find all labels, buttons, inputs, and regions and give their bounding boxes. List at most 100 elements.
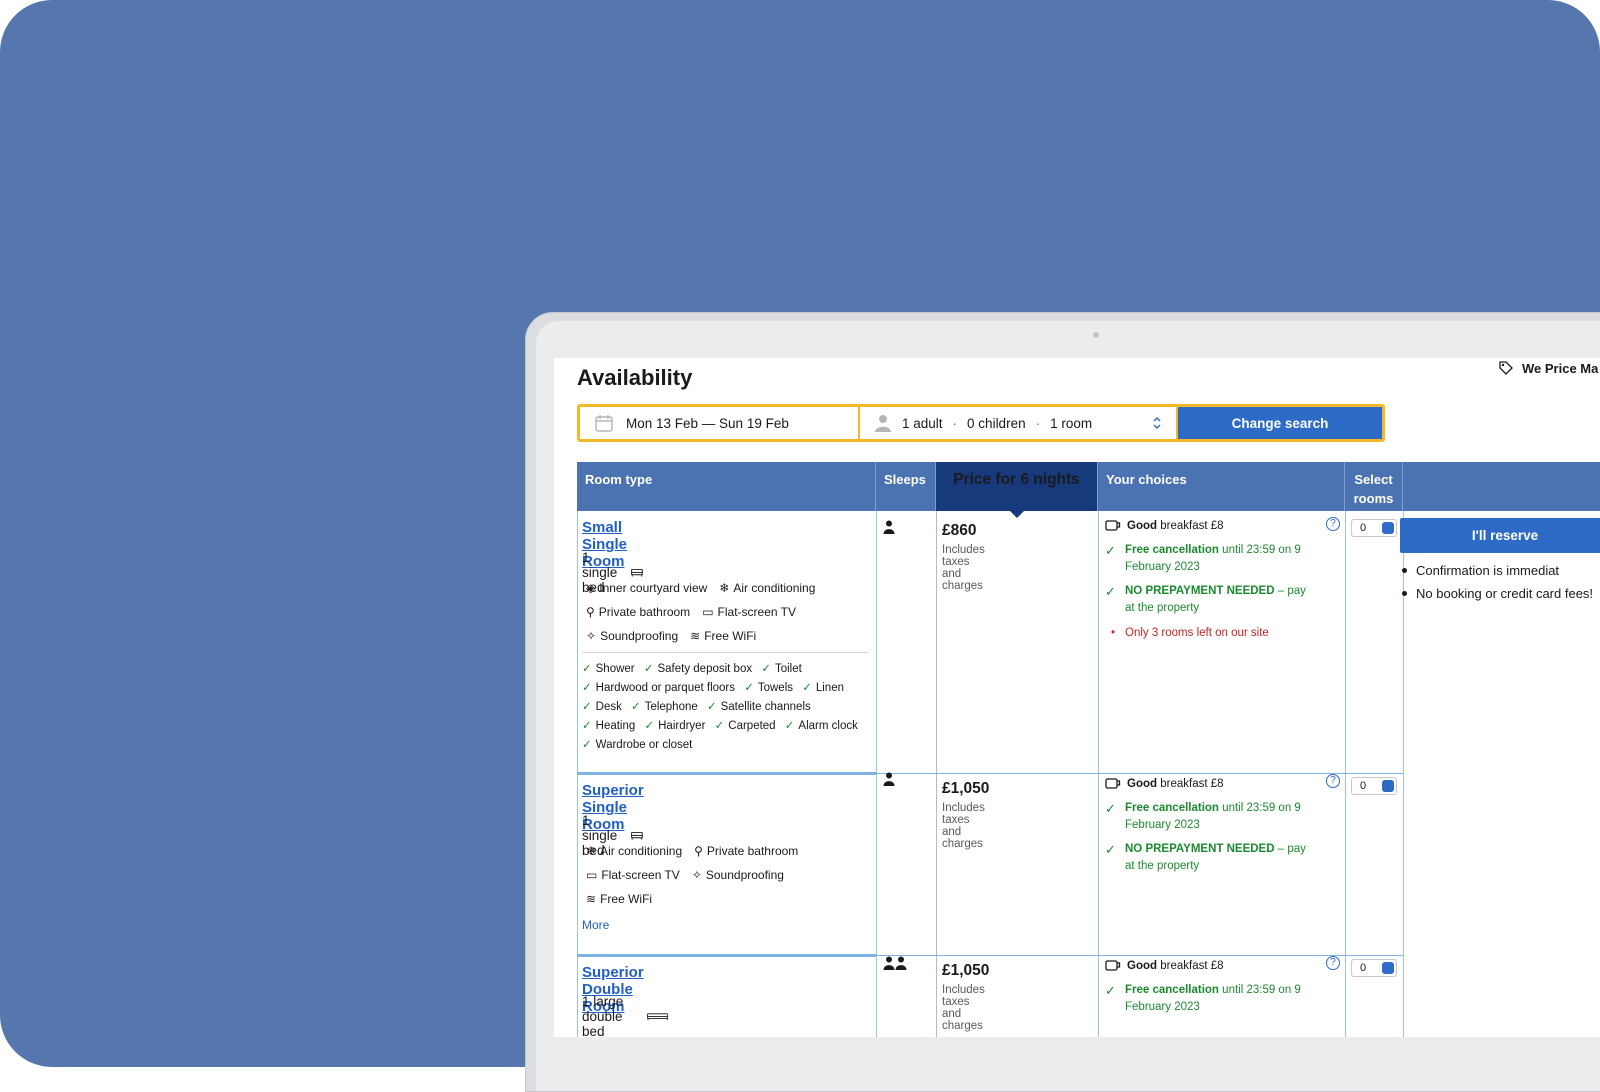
- scarcity-text: Only 3 rooms left on our site: [1125, 627, 1269, 639]
- cancellation-bold: Free cancellation: [1125, 544, 1219, 556]
- facility-label: Free WiFi: [600, 892, 653, 906]
- person-icon: [883, 520, 895, 534]
- double-bed-icon: [647, 1012, 669, 1020]
- facility-item: ▭ Flat-screen TV: [586, 867, 680, 883]
- no-prepayment: ✓ NO PREPAYMENT NEEDED – pay at the prop…: [1105, 841, 1315, 875]
- amenity-label: Safety deposit box: [657, 663, 753, 675]
- facility-label: Private bathroom: [706, 844, 799, 858]
- chevron-updown-icon: [1382, 962, 1394, 974]
- search-bar: Mon 13 Feb — Sun 19 Feb 1 adult · 0 chil…: [577, 404, 1385, 442]
- facility-label: Soundproofing: [705, 868, 784, 882]
- guest-selector[interactable]: 1 adult · 0 children · 1 room: [860, 407, 1178, 439]
- adults-text: 1 adult: [902, 415, 943, 431]
- check-icon: ✓: [582, 682, 592, 694]
- snowflake-icon: ❄: [719, 581, 730, 595]
- shower-icon: ⚲: [586, 605, 595, 619]
- column-line: [1098, 511, 1099, 1037]
- camera-icon: [1093, 332, 1099, 338]
- row-separator: [577, 772, 876, 775]
- check-icon: ✓: [582, 663, 592, 675]
- taxes-note: Includes taxes and charges: [942, 544, 985, 592]
- amenity-item: ✓ Hairdryer: [644, 720, 705, 732]
- facility-label: Flat-screen TV: [601, 868, 680, 882]
- benefit-item: No booking or credit card fees!: [1400, 584, 1600, 603]
- table-header: Room type Sleeps Price for 6 nights Your…: [577, 462, 1600, 511]
- select-value: 0: [1360, 522, 1367, 534]
- bullet-dot: •: [1111, 627, 1116, 639]
- chevron-updown-icon: [1382, 522, 1394, 534]
- free-cancellation: ✓ Free cancellation until 23:59 on 9 Feb…: [1105, 982, 1315, 1016]
- amenity-item: ✓ Heating: [582, 720, 635, 732]
- amenity-item: ✓ Wardrobe or closet: [582, 739, 692, 751]
- more-link[interactable]: More: [582, 918, 609, 932]
- room-quantity-select[interactable]: 0: [1351, 777, 1397, 795]
- no-prepayment: ✓ NO PREPAYMENT NEEDED – pay at the prop…: [1105, 583, 1315, 617]
- single-bed-icon: [631, 831, 644, 840]
- column-line: [1345, 511, 1346, 1037]
- check-icon: ✓: [582, 739, 592, 751]
- row-separator: [876, 773, 1403, 774]
- coffee-cup-icon: [1105, 778, 1121, 789]
- check-icon: ✓: [631, 701, 641, 713]
- wifi-icon: ≋: [586, 892, 597, 906]
- amenity-item: ✓ Toilet: [761, 663, 802, 675]
- amenity-item: ✓ Safety deposit box: [644, 663, 752, 675]
- single-bed-icon: [631, 568, 644, 577]
- facility-label: Flat-screen TV: [717, 605, 796, 619]
- bed-info: 1 large double bed: [582, 994, 669, 1037]
- amenities-list: ✓ Shower ✓ Safety deposit box ✓ Toilet ✓ Har…: [582, 660, 874, 755]
- row-separator: [577, 954, 876, 957]
- laptop-screen: Availability We Price Ma Mon 13 Feb — Su…: [554, 358, 1600, 1037]
- check-icon: ✓: [706, 701, 717, 713]
- amenity-label: Toilet: [774, 663, 802, 675]
- check-icon: ✓: [714, 720, 725, 732]
- room-price: £1,050: [942, 780, 990, 797]
- check-icon: ✓: [644, 720, 655, 732]
- price-match-link[interactable]: We Price Ma: [1498, 360, 1598, 376]
- children-text: 0 children: [967, 415, 1026, 431]
- header-select-rooms: Select rooms: [1345, 462, 1403, 511]
- facility-label: Private bathroom: [598, 605, 691, 619]
- calendar-icon: [595, 415, 613, 432]
- free-cancellation: ✓ Free cancellation until 23:59 on 9 Feb…: [1105, 542, 1315, 576]
- check-icon: ✓: [1105, 842, 1116, 857]
- breakfast-price: breakfast £8: [1160, 778, 1224, 790]
- wifi-icon: ≋: [690, 629, 701, 643]
- date-picker[interactable]: Mon 13 Feb — Sun 19 Feb: [580, 407, 860, 439]
- help-icon[interactable]: ?: [1326, 517, 1340, 531]
- help-icon[interactable]: ?: [1326, 774, 1340, 788]
- prepayment-bold: NO PREPAYMENT NEEDED: [1125, 585, 1275, 597]
- taxes-note: Includes taxes and charges: [942, 802, 985, 850]
- facility-item: ≋ Free WiFi: [690, 628, 756, 644]
- reserve-button[interactable]: I'll reserve: [1400, 518, 1600, 553]
- amenity-label: Hardwood or parquet floors: [595, 682, 735, 694]
- amenity-label: Carpeted: [728, 720, 776, 732]
- help-icon[interactable]: ?: [1326, 956, 1340, 970]
- shower-icon: ⚲: [694, 844, 703, 858]
- facility-label: Free WiFi: [704, 629, 757, 643]
- change-search-button[interactable]: Change search: [1178, 407, 1382, 439]
- amenity-label: Towels: [757, 682, 793, 694]
- row-separator: [876, 955, 1403, 956]
- check-icon: ✓: [802, 682, 812, 694]
- date-range-text: Mon 13 Feb — Sun 19 Feb: [626, 415, 789, 431]
- facilities-list: ◈ Inner courtyard view ❄ Air conditioning …: [586, 580, 876, 644]
- header-price: Price for 6 nights: [936, 462, 1098, 511]
- facility-label: Soundproofing: [600, 629, 679, 643]
- room-quantity-select[interactable]: 0: [1351, 519, 1397, 537]
- two-persons-icon: [883, 956, 907, 970]
- rooms-text: 1 room: [1050, 415, 1093, 431]
- room-quantity-select[interactable]: 0: [1351, 959, 1397, 977]
- check-icon: ✓: [582, 720, 592, 732]
- person-icon: [875, 415, 891, 432]
- snowflake-icon: ❄: [586, 844, 597, 858]
- facility-item: ◈ Inner courtyard view: [586, 580, 707, 596]
- facility-item: ❄ Air conditioning: [586, 843, 682, 859]
- separator-dot: ·: [1035, 415, 1041, 431]
- benefit-item: Confirmation is immediat: [1400, 561, 1600, 580]
- soundproof-icon: ✧: [691, 868, 702, 882]
- facility-label: Inner courtyard view: [599, 581, 708, 595]
- facility-label: Air conditioning: [733, 581, 816, 595]
- amenity-item: ✓ Hardwood or parquet floors: [582, 682, 735, 694]
- amenity-item: ✓ Alarm clock: [785, 720, 858, 732]
